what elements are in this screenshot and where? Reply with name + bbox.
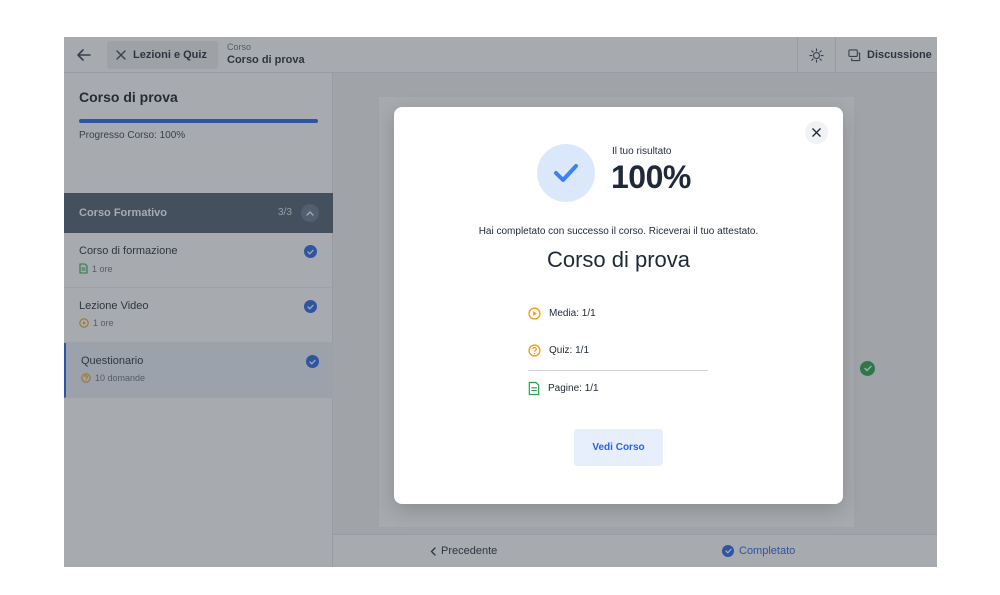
result-label: Il tuo risultato — [612, 146, 672, 157]
stat-media: Media: 1/1 — [528, 307, 596, 320]
modal-course-title: Corso di prova — [546, 247, 691, 272]
stat-media-label: Media: 1/1 — [549, 308, 596, 319]
play-icon — [528, 307, 541, 320]
quiz-icon — [528, 344, 541, 357]
stat-quiz-label: Quiz: 1/1 — [549, 345, 590, 356]
stat-quiz: Quiz: 1/1 — [528, 344, 589, 357]
stat-pages-label: Pagine: 1/1 — [548, 383, 599, 394]
stat-pages: Pagine: 1/1 — [528, 381, 599, 396]
document-icon — [528, 381, 540, 396]
result-score: 100% — [611, 159, 691, 195]
app-window: Lezioni e Quiz Corso Corso di prova Disc… — [64, 37, 937, 567]
checkmark-icon — [554, 164, 578, 182]
modal-close-button[interactable] — [805, 121, 828, 144]
view-course-button[interactable]: Vedi Corso — [574, 429, 663, 466]
success-message: Hai completato con successo il corso. Ri… — [478, 226, 759, 237]
result-badge — [537, 144, 595, 202]
close-icon — [812, 128, 821, 137]
course-result-modal: Il tuo risultato 100% Hai completato con… — [394, 107, 843, 504]
stat-divider — [528, 370, 708, 371]
